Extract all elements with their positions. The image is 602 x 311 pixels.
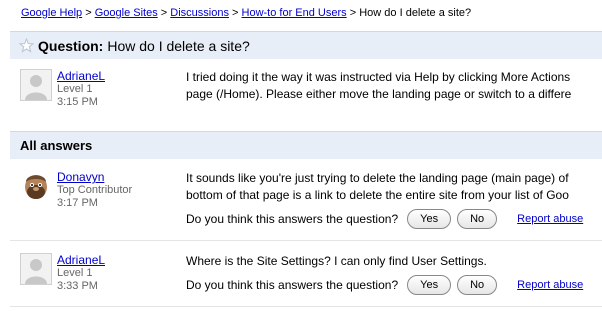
vote-prompt: Do you think this answers the question? xyxy=(186,278,399,292)
breadcrumb-separator: > xyxy=(160,7,168,19)
discussion-page: Google Help > Google Sites > Discussions… xyxy=(0,0,602,311)
breadcrumb-separator: > xyxy=(232,7,239,19)
vote-row: Do you think this answers the question? … xyxy=(186,209,583,229)
answer-body: It sounds like you're just trying to del… xyxy=(186,170,569,204)
author-link[interactable]: Donavyn xyxy=(57,170,104,184)
question-post: AdrianeL Level 1 3:15 PM I tried doing i… xyxy=(10,66,602,128)
breadcrumb-discussions[interactable]: Discussions xyxy=(170,7,229,19)
answer-author: AdrianeL Level 1 3:33 PM xyxy=(57,253,105,293)
answer-body-line: It sounds like you're just trying to del… xyxy=(186,171,569,185)
author-level: Level 1 xyxy=(57,83,93,95)
question-label: Question: xyxy=(38,37,104,54)
no-button[interactable]: No xyxy=(457,275,498,295)
question-title: How do I delete a site? xyxy=(107,37,250,54)
avatar xyxy=(20,170,52,202)
breadcrumb-current: How do I delete a site? xyxy=(359,7,472,19)
divider xyxy=(10,306,602,307)
report-abuse-link[interactable]: Report abuse xyxy=(517,279,583,291)
post-time: 3:33 PM xyxy=(57,280,98,292)
author-link[interactable]: AdrianeL xyxy=(57,69,105,83)
answers-header: All answers xyxy=(10,131,602,159)
question-author: AdrianeL Level 1 3:15 PM xyxy=(57,69,105,109)
yes-button[interactable]: Yes xyxy=(407,275,452,295)
breadcrumb: Google Help > Google Sites > Discussions… xyxy=(21,6,471,20)
avatar xyxy=(20,253,52,285)
answer-author: Donavyn Top Contributor 3:17 PM xyxy=(57,170,132,210)
answer-body-line: bottom of that page is a link to delete … xyxy=(186,188,569,202)
star-icon[interactable] xyxy=(18,37,35,53)
breadcrumb-separator: > xyxy=(349,7,357,19)
divider xyxy=(10,240,602,241)
question-body: I tried doing it the way it was instruct… xyxy=(186,69,571,103)
vote-prompt: Do you think this answers the question? xyxy=(186,212,399,226)
answer-post: Donavyn Top Contributor 3:17 PM It sound… xyxy=(10,168,602,234)
author-level: Top Contributor xyxy=(57,184,133,196)
no-button[interactable]: No xyxy=(457,209,498,229)
breadcrumb-google-sites[interactable]: Google Sites xyxy=(95,7,158,19)
question-body-line: I tried doing it the way it was instruct… xyxy=(186,70,571,84)
breadcrumb-separator: > xyxy=(85,7,92,19)
author-level: Level 1 xyxy=(57,267,93,279)
breadcrumb-google-help[interactable]: Google Help xyxy=(21,7,82,19)
report-abuse-link[interactable]: Report abuse xyxy=(517,213,583,225)
avatar xyxy=(20,69,52,101)
post-time: 3:15 PM xyxy=(57,96,98,108)
answer-body: Where is the Site Settings? I can only f… xyxy=(186,253,487,270)
answer-body-line: Where is the Site Settings? I can only f… xyxy=(186,254,487,268)
question-header: Question: How do I delete a site? xyxy=(10,31,602,59)
question-body-line: page (/Home). Please either move the lan… xyxy=(186,87,572,101)
breadcrumb-how-to[interactable]: How-to for End Users xyxy=(242,7,347,19)
vote-row: Do you think this answers the question? … xyxy=(186,275,583,295)
post-time: 3:17 PM xyxy=(57,197,98,209)
author-link[interactable]: AdrianeL xyxy=(57,253,105,267)
yes-button[interactable]: Yes xyxy=(407,209,452,229)
answer-post: AdrianeL Level 1 3:33 PM Where is the Si… xyxy=(10,251,602,309)
